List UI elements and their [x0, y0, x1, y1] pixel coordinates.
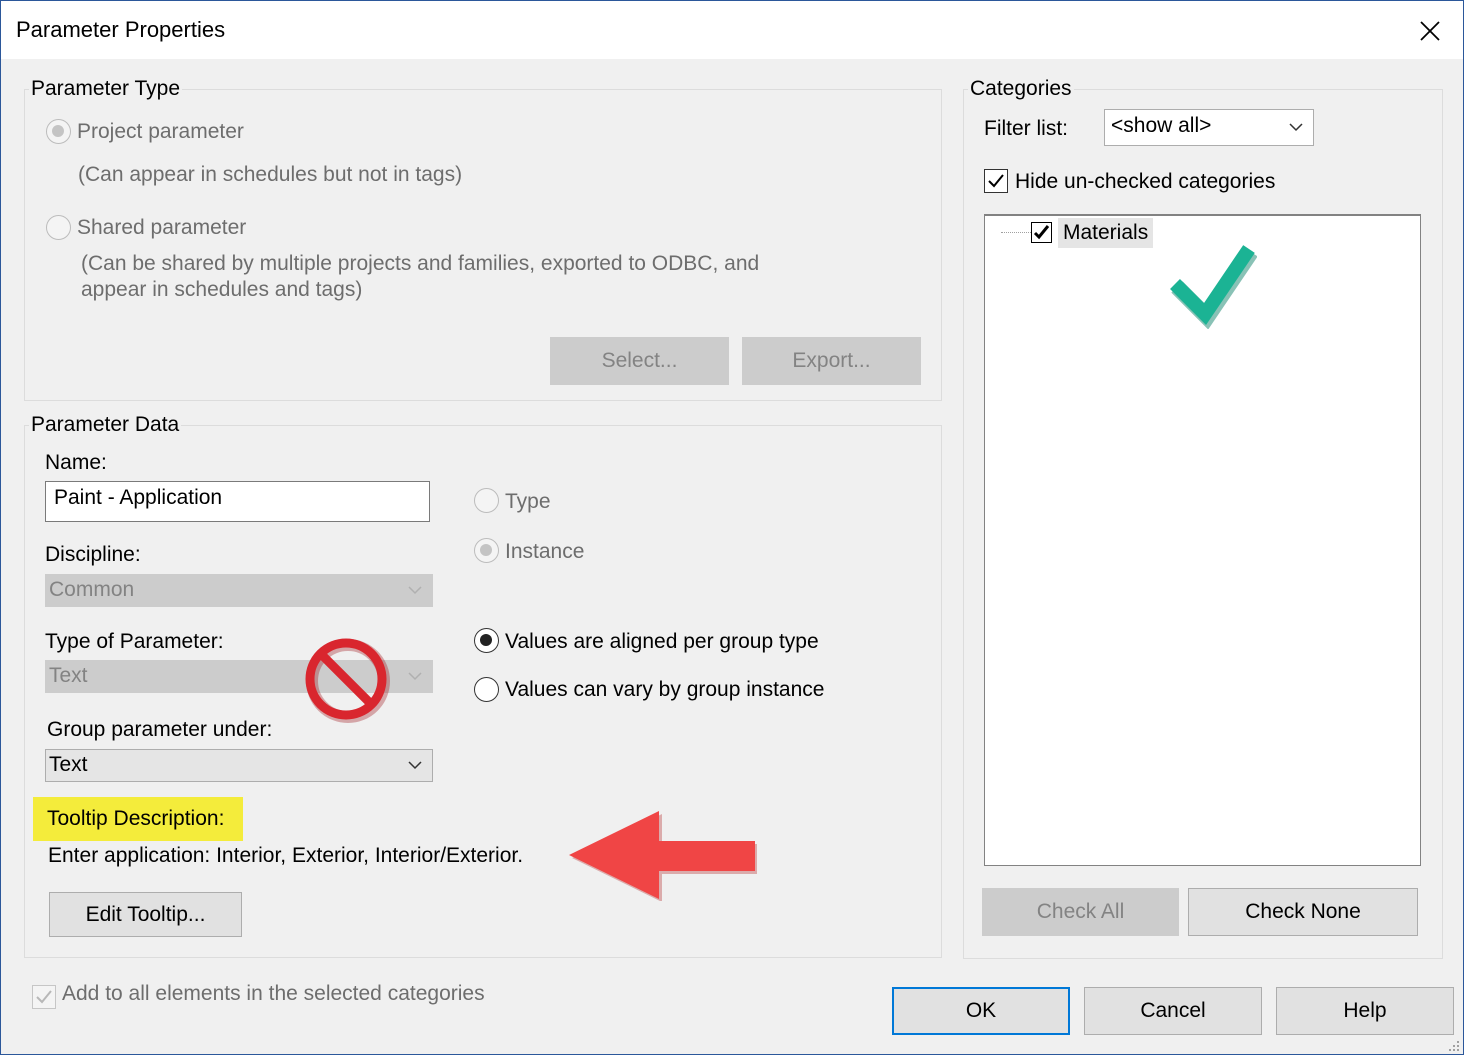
values-aligned-radio[interactable] [474, 628, 499, 653]
group-parameter-select[interactable]: Text [45, 749, 433, 782]
tooltip-description-label: Tooltip Description: [47, 807, 225, 830]
chevron-down-icon [408, 760, 422, 769]
group-parameter-label: Group parameter under: [47, 718, 273, 741]
filter-list-label: Filter list: [984, 117, 1068, 140]
group-parameter-value: Text [49, 753, 88, 776]
name-input[interactable]: Paint - Application [45, 481, 430, 522]
shared-parameter-description-line1: (Can be shared by multiple projects and … [81, 252, 760, 275]
edit-tooltip-button[interactable]: Edit Tooltip... [49, 892, 242, 937]
select-button[interactable]: Select... [550, 337, 729, 385]
window-title: Parameter Properties [16, 17, 226, 42]
name-label: Name: [45, 451, 107, 474]
type-radio[interactable] [474, 488, 499, 513]
chevron-down-icon [1289, 122, 1303, 131]
categories-label: Categories [968, 77, 1074, 101]
add-to-all-checkbox[interactable] [32, 985, 56, 1009]
resize-grip-icon[interactable] [1445, 1037, 1461, 1053]
instance-radio[interactable] [474, 538, 499, 563]
discipline-select[interactable]: Common [45, 574, 433, 607]
title-bar: Parameter Properties [1, 1, 1463, 59]
type-of-parameter-label: Type of Parameter: [45, 630, 224, 653]
tree-connector [1001, 232, 1031, 233]
export-button[interactable]: Export... [742, 337, 921, 385]
project-parameter-description: (Can appear in schedules but not in tags… [78, 163, 463, 186]
project-parameter-label: Project parameter [77, 120, 244, 143]
values-aligned-label: Values are aligned per group type [505, 630, 819, 653]
hide-unchecked-checkbox[interactable] [984, 169, 1008, 193]
check-icon [1033, 225, 1050, 240]
chevron-down-icon [408, 585, 422, 594]
close-icon [1420, 21, 1440, 41]
shared-parameter-label: Shared parameter [77, 216, 247, 239]
filter-list-select[interactable]: <show all> [1104, 109, 1314, 146]
materials-checkbox[interactable] [1031, 222, 1052, 243]
help-button[interactable]: Help [1276, 987, 1454, 1035]
type-radio-label: Type [505, 490, 551, 513]
close-button[interactable] [1405, 9, 1455, 53]
no-sign-icon [305, 638, 390, 723]
cancel-button[interactable]: Cancel [1084, 987, 1262, 1035]
instance-radio-label: Instance [505, 540, 585, 563]
discipline-value: Common [49, 578, 135, 601]
check-icon [988, 174, 1004, 188]
parameter-properties-dialog: Parameter Properties Parameter Type Proj… [0, 0, 1464, 1055]
red-arrow-icon [569, 811, 757, 901]
check-all-button[interactable]: Check All [982, 888, 1179, 936]
type-of-parameter-value: Text [49, 664, 88, 687]
values-vary-label: Values can vary by group instance [505, 678, 825, 701]
add-to-all-label: Add to all elements in the selected cate… [62, 982, 485, 1005]
chevron-down-icon [408, 671, 422, 680]
materials-label: Materials [1058, 218, 1154, 248]
discipline-label: Discipline: [45, 543, 141, 566]
tooltip-description-text: Enter application: Interior, Exterior, I… [48, 844, 524, 867]
parameter-data-label: Parameter Data [29, 413, 182, 437]
checkmark-icon [1170, 245, 1257, 329]
hide-unchecked-label: Hide un-checked categories [1015, 170, 1276, 193]
filter-list-value: <show all> [1111, 114, 1212, 137]
check-icon [36, 990, 52, 1004]
shared-parameter-description-line2: appear in schedules and tags) [81, 278, 363, 301]
project-parameter-radio[interactable] [46, 119, 71, 144]
check-none-button[interactable]: Check None [1188, 888, 1418, 936]
ok-button[interactable]: OK [892, 987, 1070, 1035]
values-vary-radio[interactable] [474, 677, 499, 702]
parameter-type-label: Parameter Type [29, 77, 183, 101]
shared-parameter-radio[interactable] [46, 215, 71, 240]
